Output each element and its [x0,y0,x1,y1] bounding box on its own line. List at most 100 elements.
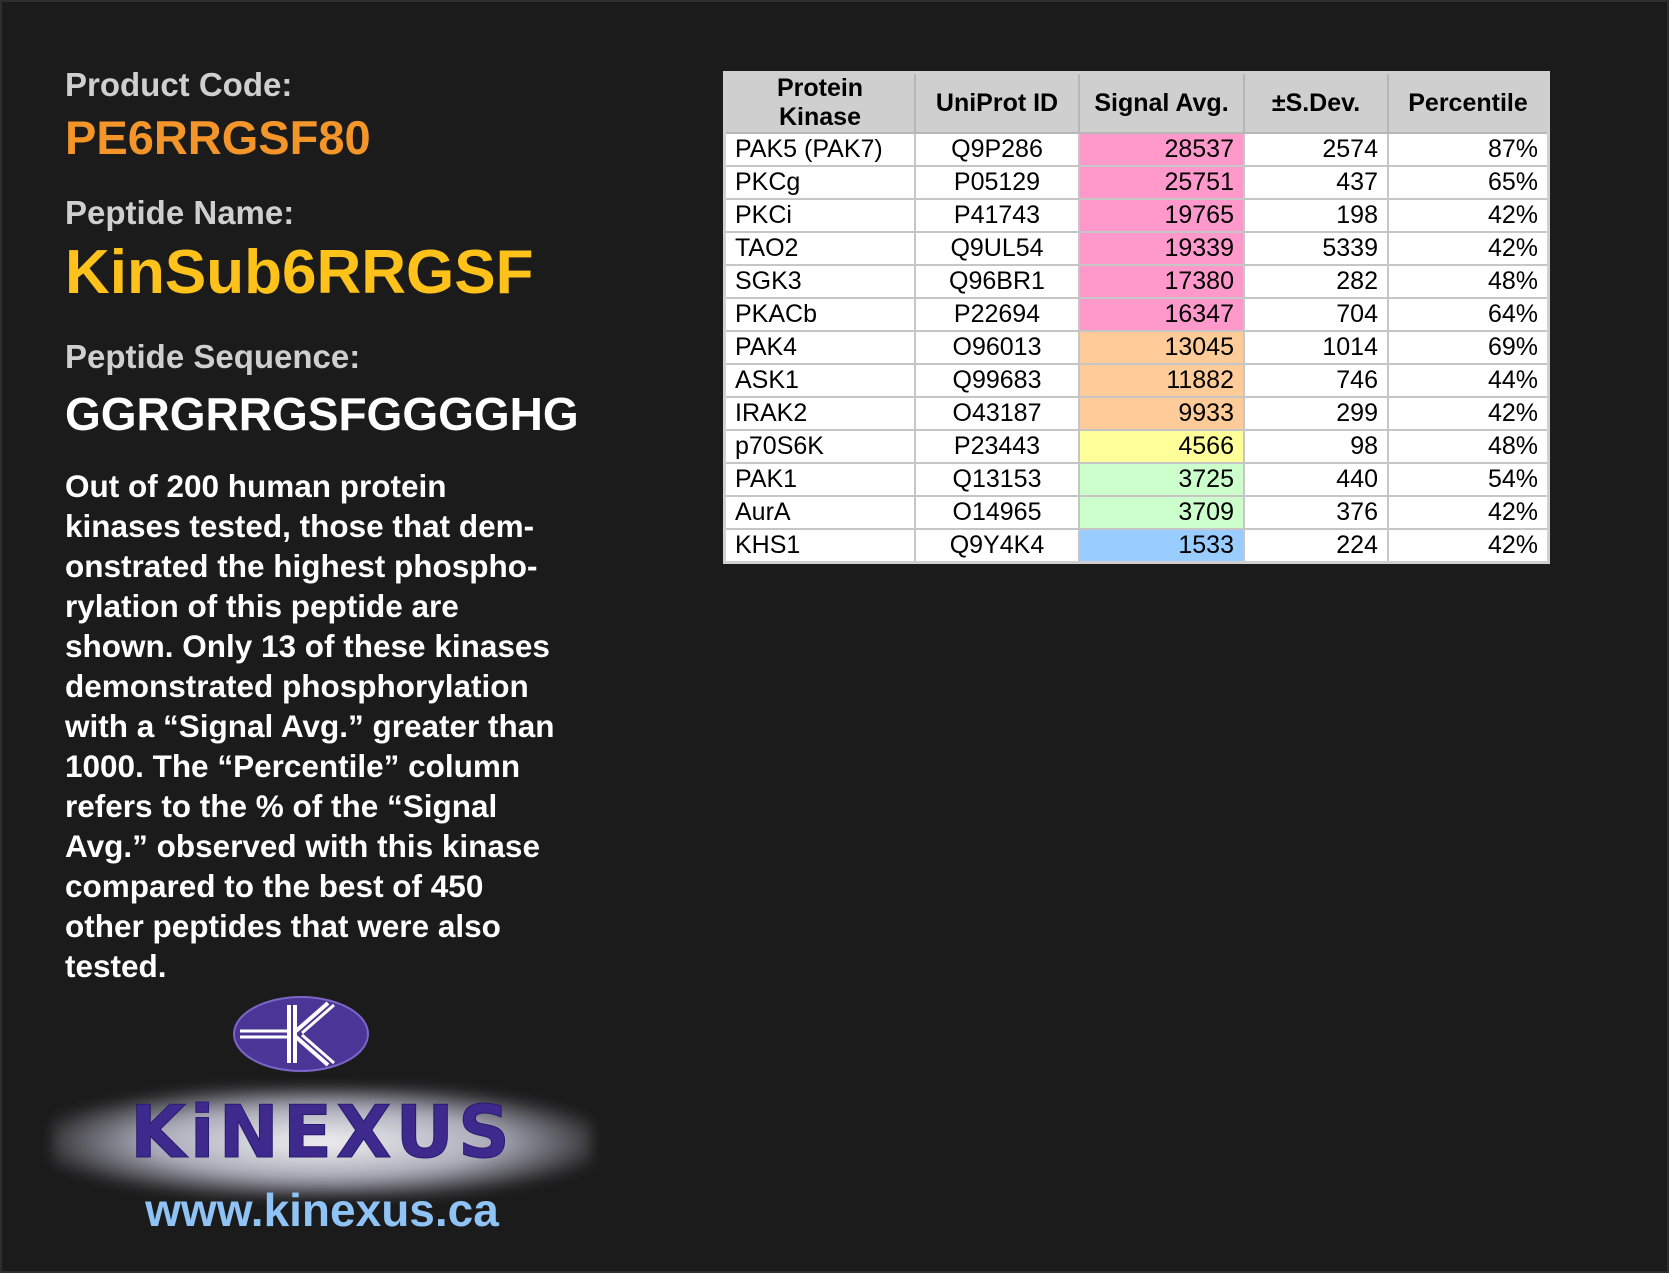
cell-signal-avg: 19765 [1078,198,1245,233]
table-row: PKCi P41743 19765 198 42% [723,198,1550,233]
website-url[interactable]: www.kinexus.ca [42,1183,602,1237]
table-row: TAO2 Q9UL54 19339 5339 42% [723,231,1550,266]
cell-protein-kinase: PAK5 (PAK7) [723,132,916,167]
cell-sdev: 98 [1243,429,1389,464]
table-body: PAK5 (PAK7) Q9P286 28537 2574 87% PKCg P05129 2… [723,132,1550,564]
description-text: Out of 200 human protein kinases tested,… [65,468,555,984]
cell-protein-kinase: TAO2 [723,231,916,266]
cell-sdev: 5339 [1243,231,1389,266]
cell-sdev: 376 [1243,495,1389,530]
cell-signal-avg: 4566 [1078,429,1245,464]
table-row: PAK1 Q13153 3725 440 54% [723,462,1550,497]
cell-uniprot-id: P23443 [914,429,1080,464]
cell-sdev: 704 [1243,297,1389,332]
cell-percentile: 42% [1387,528,1550,564]
kinexus-logo: KiNEXUS www.kinexus.ca [42,987,602,1247]
cell-signal-avg: 3709 [1078,495,1245,530]
cell-uniprot-id: Q9P286 [914,132,1080,167]
peptide-sequence: GGRGRRGSFGGGGHG [65,388,579,440]
table-row: p70S6K P23443 4566 98 48% [723,429,1550,464]
cell-protein-kinase: PAK4 [723,330,916,365]
cell-protein-kinase: SGK3 [723,264,916,299]
cell-percentile: 69% [1387,330,1550,365]
table-row: IRAK2 O43187 9933 299 42% [723,396,1550,431]
kinexus-wordmark: KiNEXUS [130,1095,514,1167]
cell-percentile: 48% [1387,429,1550,464]
cell-percentile: 54% [1387,462,1550,497]
cell-uniprot-id: Q9UL54 [914,231,1080,266]
table-row: PKACb P22694 16347 704 64% [723,297,1550,332]
table-row: PAK5 (PAK7) Q9P286 28537 2574 87% [723,132,1550,167]
cell-signal-avg: 28537 [1078,132,1245,167]
cell-uniprot-id: Q13153 [914,462,1080,497]
cell-percentile: 42% [1387,396,1550,431]
header-uniprot-id: UniProt ID [914,71,1080,134]
cell-signal-avg: 9933 [1078,396,1245,431]
cell-uniprot-id: P22694 [914,297,1080,332]
cell-sdev: 282 [1243,264,1389,299]
cell-percentile: 87% [1387,132,1550,167]
cell-sdev: 1014 [1243,330,1389,365]
cell-uniprot-id: Q9Y4K4 [914,528,1080,564]
cell-signal-avg: 13045 [1078,330,1245,365]
product-code-label: Product Code: [65,66,293,103]
cell-percentile: 42% [1387,231,1550,266]
cell-protein-kinase: p70S6K [723,429,916,464]
cell-uniprot-id: Q96BR1 [914,264,1080,299]
cell-signal-avg: 16347 [1078,297,1245,332]
cell-signal-avg: 19339 [1078,231,1245,266]
cell-sdev: 2574 [1243,132,1389,167]
cell-percentile: 42% [1387,198,1550,233]
table-row: AurA O14965 3709 376 42% [723,495,1550,530]
cell-percentile: 65% [1387,165,1550,200]
cell-percentile: 44% [1387,363,1550,398]
header-protein-kinase: Protein Kinase [723,71,916,134]
cell-percentile: 64% [1387,297,1550,332]
cell-sdev: 437 [1243,165,1389,200]
cell-percentile: 48% [1387,264,1550,299]
table-row: PKCg P05129 25751 437 65% [723,165,1550,200]
cell-sdev: 198 [1243,198,1389,233]
cell-signal-avg: 1533 [1078,528,1245,564]
table-row: PAK4 O96013 13045 1014 69% [723,330,1550,365]
cell-protein-kinase: ASK1 [723,363,916,398]
cell-uniprot-id: O14965 [914,495,1080,530]
cell-protein-kinase: PKACb [723,297,916,332]
cell-signal-avg: 17380 [1078,264,1245,299]
cell-signal-avg: 3725 [1078,462,1245,497]
cell-uniprot-id: P05129 [914,165,1080,200]
peptide-name-label: Peptide Name: [65,194,295,231]
table-row: SGK3 Q96BR1 17380 282 48% [723,264,1550,299]
cell-uniprot-id: P41743 [914,198,1080,233]
cell-uniprot-id: Q99683 [914,363,1080,398]
cell-uniprot-id: O43187 [914,396,1080,431]
cell-protein-kinase: KHS1 [723,528,916,564]
header-sdev: ±S.Dev. [1243,71,1389,134]
cell-sdev: 440 [1243,462,1389,497]
product-code: PE6RRGSF80 [65,111,371,164]
cell-protein-kinase: IRAK2 [723,396,916,431]
cell-sdev: 224 [1243,528,1389,564]
cell-protein-kinase: PKCi [723,198,916,233]
kinase-table: Protein Kinase UniProt ID Signal Avg. ±S… [723,71,1550,564]
cell-protein-kinase: PKCg [723,165,916,200]
cell-protein-kinase: PAK1 [723,462,916,497]
cell-uniprot-id: O96013 [914,330,1080,365]
cell-signal-avg: 25751 [1078,165,1245,200]
cell-percentile: 42% [1387,495,1550,530]
page-frame: Product Code: PE6RRGSF80 Peptide Name: K… [0,0,1669,1273]
cell-signal-avg: 11882 [1078,363,1245,398]
table-row: ASK1 Q99683 11882 746 44% [723,363,1550,398]
cell-protein-kinase: AurA [723,495,916,530]
header-signal-avg: Signal Avg. [1078,71,1245,134]
peptide-name: KinSub6RRGSF [65,238,534,307]
kinexus-mark-icon [233,996,369,1072]
cell-sdev: 746 [1243,363,1389,398]
table-header-row: Protein Kinase UniProt ID Signal Avg. ±S… [723,71,1550,134]
cell-sdev: 299 [1243,396,1389,431]
wordmark-text: KiNEXUS [130,1095,514,1167]
product-info-panel: Product Code: PE6RRGSF80 Peptide Name: K… [65,66,605,986]
table-row: KHS1 Q9Y4K4 1533 224 42% [723,528,1550,564]
peptide-sequence-label: Peptide Sequence: [65,338,361,375]
header-percentile: Percentile [1387,71,1550,134]
